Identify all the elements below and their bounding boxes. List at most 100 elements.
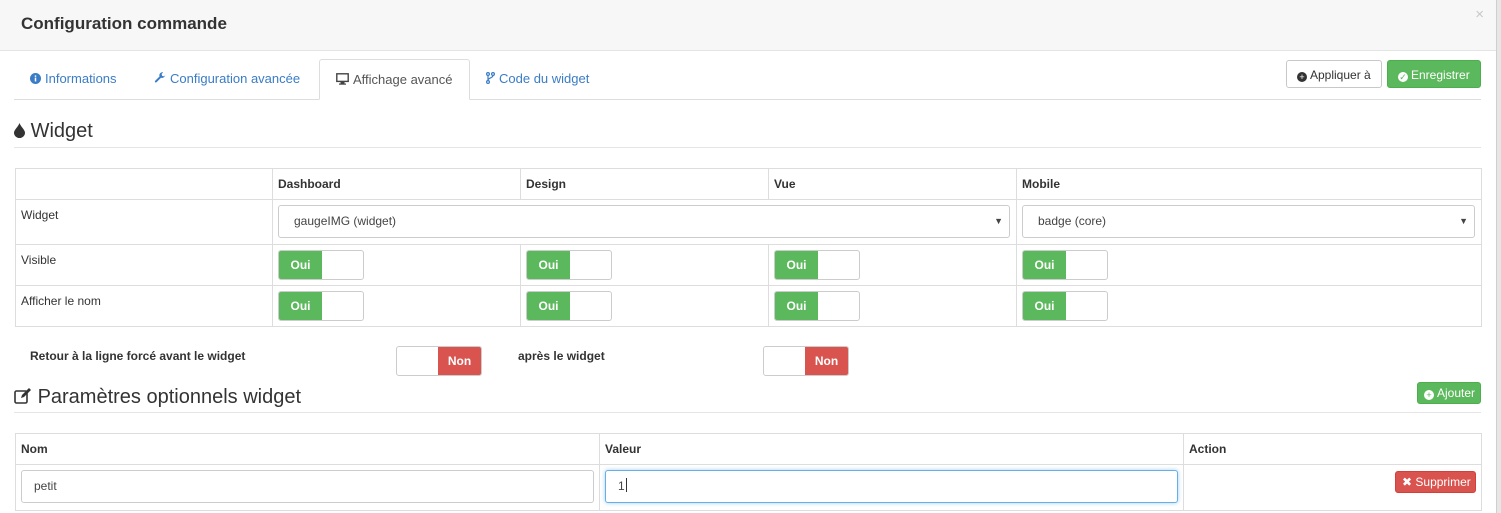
apply-to-button[interactable]: + Appliquer à [1286,60,1382,88]
toggle-on-label: Oui [1023,292,1066,320]
params-title-text: Paramètres optionnels widget [37,386,302,408]
visible-dashboard-cell: Oui [272,244,521,286]
param-name-value: petit [34,479,57,493]
table-header-row: Dashboard Design Vue Mobile [15,168,1482,200]
visible-mobile-toggle[interactable]: Oui [1022,250,1108,280]
toggle-off-label: Non [438,347,481,375]
delete-param-button[interactable]: ✖ Supprimer [1395,471,1476,493]
show-name-vue-cell: Oui [768,285,1017,327]
visible-mobile-cell: Oui [1016,244,1482,286]
tab-configuration-avancee[interactable]: Configuration avancée [138,59,316,98]
param-value-cell: 1 [599,464,1184,511]
param-name-cell: petit [15,464,600,511]
show-name-dashboard-cell: Oui [272,285,521,327]
modal-title: Configuration commande [21,14,227,33]
modal-header: Configuration commande × [0,0,1496,51]
column-header-action: Action [1183,433,1482,465]
show-name-mobile-toggle[interactable]: Oui [1022,291,1108,321]
visible-vue-toggle[interactable]: Oui [774,250,860,280]
visible-dashboard-toggle[interactable]: Oui [278,250,364,280]
tab-affichage-avance[interactable]: Affichage avancé [319,59,470,100]
table-row-widget: Widget gaugeIMG (widget) ▼ badge (core) … [15,199,1482,245]
mobile-widget-cell: badge (core) ▼ [1016,199,1482,245]
line-break-before-label: Retour à la ligne forcé avant le widget [30,349,246,363]
save-button[interactable]: ✓ Enregistrer [1387,60,1481,88]
toggle-on-label: Oui [1023,251,1066,279]
toggle-on-label: Oui [279,292,322,320]
times-icon: ✖ [1402,475,1413,489]
desktop-widget-select[interactable]: gaugeIMG (widget) ▼ [278,205,1010,238]
plus-circle-icon: + [1424,390,1434,400]
row-label-show-name: Afficher le nom [15,285,273,327]
code-fork-icon [486,59,495,99]
line-break-after-toggle[interactable]: Non [763,346,849,376]
row-label-widget: Widget [15,199,273,245]
tab-code-widget-label: Code du widget [499,71,590,86]
toggle-on-label: Oui [775,292,818,320]
text-cursor [625,478,627,492]
toggle-off-label: Non [805,347,848,375]
tab-bar: Informations Configuration avancée Affic… [14,59,1481,100]
widget-title-text: Widget [30,120,93,142]
column-header-mobile: Mobile [1016,168,1482,200]
column-header-valeur: Valeur [599,433,1184,465]
param-name-input[interactable]: petit [21,470,594,503]
show-name-design-toggle[interactable]: Oui [526,291,612,321]
edit-icon [14,386,38,408]
toggle-on-label: Oui [527,292,570,320]
desktop-widget-value: gaugeIMG (widget) [294,214,397,228]
configuration-modal: Configuration commande × Informations Co… [0,0,1497,513]
column-header-nom: Nom [15,433,600,465]
column-header-design: Design [520,168,769,200]
params-section-title: Paramètres optionnels widget [14,386,301,409]
visible-design-cell: Oui [520,244,769,286]
wrench-icon [154,59,166,99]
param-action-cell: ✖ Supprimer [1183,464,1482,511]
row-label-visible: Visible [15,244,273,286]
column-header [15,168,273,200]
show-name-mobile-cell: Oui [1016,285,1482,327]
widget-section-title: Widget [14,120,93,143]
param-value-value: 1 [618,479,625,493]
params-header-row: Nom Valeur Action [15,433,1482,465]
column-header-dashboard: Dashboard [272,168,521,200]
table-row-show-name: Afficher le nom Oui Oui Oui Oui [15,285,1482,327]
section-divider [14,147,1481,148]
table-row: petit 1 ✖ Supprimer [15,464,1482,511]
tab-informations-label: Informations [45,71,117,86]
visible-design-toggle[interactable]: Oui [526,250,612,280]
desktop-widget-cell: gaugeIMG (widget) ▼ [272,199,1017,245]
check-circle-icon: ✓ [1398,72,1408,82]
tab-configuration-avancee-label: Configuration avancée [170,71,301,86]
params-table: Nom Valeur Action petit 1 ✖ Supprimer [15,433,1482,511]
caret-down-icon: ▼ [1459,216,1468,226]
apply-to-label: Appliquer à [1310,68,1371,82]
tab-informations[interactable]: Informations [14,59,133,98]
column-header-vue: Vue [768,168,1017,200]
show-name-vue-toggle[interactable]: Oui [774,291,860,321]
visible-vue-cell: Oui [768,244,1017,286]
delete-param-label: Supprimer [1415,475,1471,489]
caret-down-icon: ▼ [994,216,1003,226]
plus-circle-icon: + [1297,72,1307,82]
add-param-label: Ajouter [1437,386,1476,400]
toggle-on-label: Oui [279,251,322,279]
line-break-after-label: après le widget [518,349,605,363]
close-icon[interactable]: × [1475,6,1484,23]
toggle-on-label: Oui [775,251,818,279]
show-name-design-cell: Oui [520,285,769,327]
desktop-icon [336,60,349,100]
tab-code-widget[interactable]: Code du widget [470,59,605,98]
toggle-on-label: Oui [527,251,570,279]
tint-icon [14,120,31,142]
param-value-input[interactable]: 1 [605,470,1178,503]
save-label: Enregistrer [1411,68,1470,82]
add-param-button[interactable]: + Ajouter [1417,382,1481,404]
line-break-before-toggle[interactable]: Non [396,346,482,376]
mobile-widget-select[interactable]: badge (core) ▼ [1022,205,1475,238]
info-circle-icon [30,59,41,99]
section-divider [14,412,1481,413]
tab-affichage-avance-label: Affichage avancé [353,72,453,87]
show-name-dashboard-toggle[interactable]: Oui [278,291,364,321]
mobile-widget-value: badge (core) [1038,214,1107,228]
